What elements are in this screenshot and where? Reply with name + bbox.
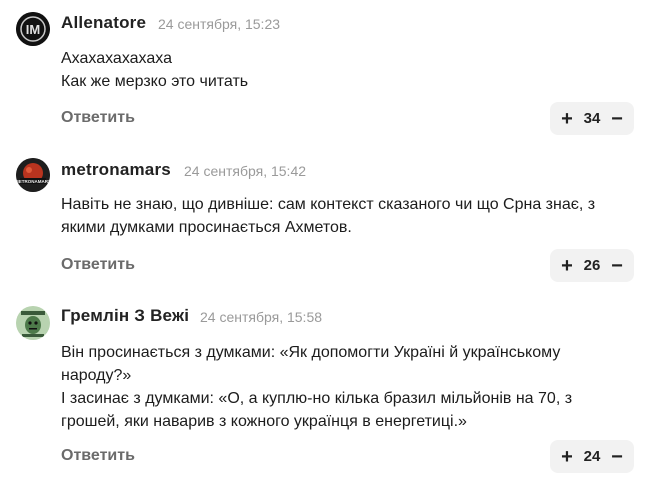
downvote-button[interactable]: −	[610, 256, 624, 276]
comment-date: 24 сентября, 15:42	[184, 163, 307, 179]
comment-author[interactable]: metronamars	[61, 160, 171, 180]
metronamars-logo-icon: METRONAMARS	[16, 158, 50, 192]
avatar[interactable]: IM	[16, 12, 50, 46]
comment-text: Ахахахахахаха Как же мерзко это читать	[61, 50, 249, 90]
vote-count: 26	[583, 257, 601, 274]
comment-date: 24 сентября, 15:23	[158, 16, 281, 32]
downvote-button[interactable]: −	[610, 109, 624, 129]
comment-text: Він просинається з думками: «Як допомогт…	[61, 344, 573, 430]
inter-milan-logo-icon: IM	[16, 12, 50, 46]
upvote-button[interactable]: +	[560, 109, 574, 129]
vote-widget: + 24 −	[550, 440, 634, 473]
svg-text:IM: IM	[26, 22, 40, 37]
vote-widget: + 34 −	[550, 102, 634, 135]
reply-button[interactable]: Ответить	[61, 256, 135, 274]
comment-author[interactable]: Гремлін З Вежі	[61, 306, 189, 326]
vote-widget: + 26 −	[550, 249, 634, 282]
downvote-button[interactable]: −	[610, 447, 624, 467]
avatar[interactable]	[16, 306, 50, 340]
upvote-button[interactable]: +	[560, 447, 574, 467]
comment: IM Allenatore 24 сентября, 15:23 Ахахаха…	[0, 0, 653, 145]
upvote-button[interactable]: +	[560, 256, 574, 276]
comment-author[interactable]: Allenatore	[61, 13, 146, 33]
gremlin-avatar-icon	[16, 306, 50, 340]
comment-date: 24 сентября, 15:58	[200, 309, 323, 325]
svg-text:METRONAMARS: METRONAMARS	[16, 179, 50, 184]
reply-button[interactable]: Ответить	[61, 109, 135, 127]
comment-text: Навіть не знаю, що дивніше: сам контекст…	[61, 196, 596, 236]
avatar[interactable]: METRONAMARS	[16, 158, 50, 192]
reply-button[interactable]: Ответить	[61, 447, 135, 465]
vote-count: 24	[583, 448, 601, 465]
vote-count: 34	[583, 110, 601, 127]
